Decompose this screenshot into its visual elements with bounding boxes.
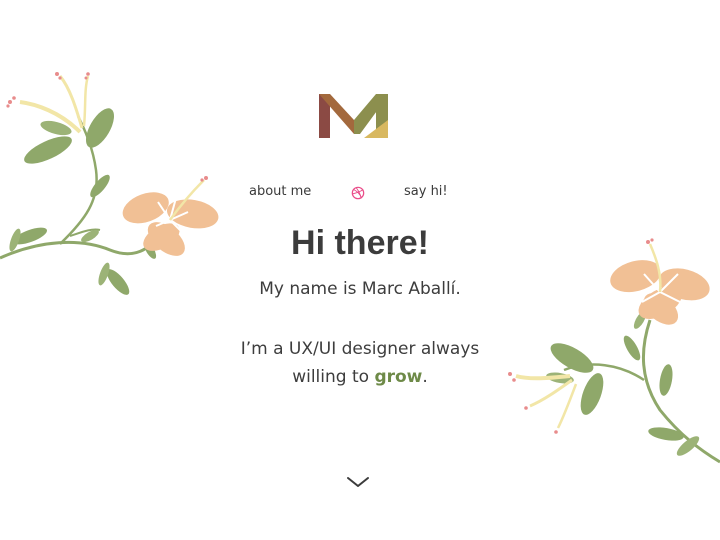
top-nav: about me say hi!: [0, 184, 720, 204]
floral-decoration-left: [0, 72, 219, 295]
site-logo[interactable]: MA: [316, 90, 400, 142]
page-title: Hi there!: [291, 224, 429, 262]
tagline-line-1: I’m a UX/UI designer always: [240, 339, 480, 359]
dribbble-icon[interactable]: [351, 186, 365, 200]
nav-link-say-hi[interactable]: say hi!: [404, 184, 448, 199]
tagline-line-2-prefix: willing to: [292, 367, 375, 387]
intro-text: My name is Marc Aballí.: [259, 279, 461, 299]
tagline-text: I’m a UX/UI designer always willing to g…: [0, 335, 720, 391]
tagline-line-2-suffix: .: [422, 367, 428, 387]
tagline-highlight: grow: [374, 367, 423, 387]
chevron-down-icon[interactable]: [346, 474, 370, 490]
nav-link-about[interactable]: about me: [249, 184, 311, 199]
